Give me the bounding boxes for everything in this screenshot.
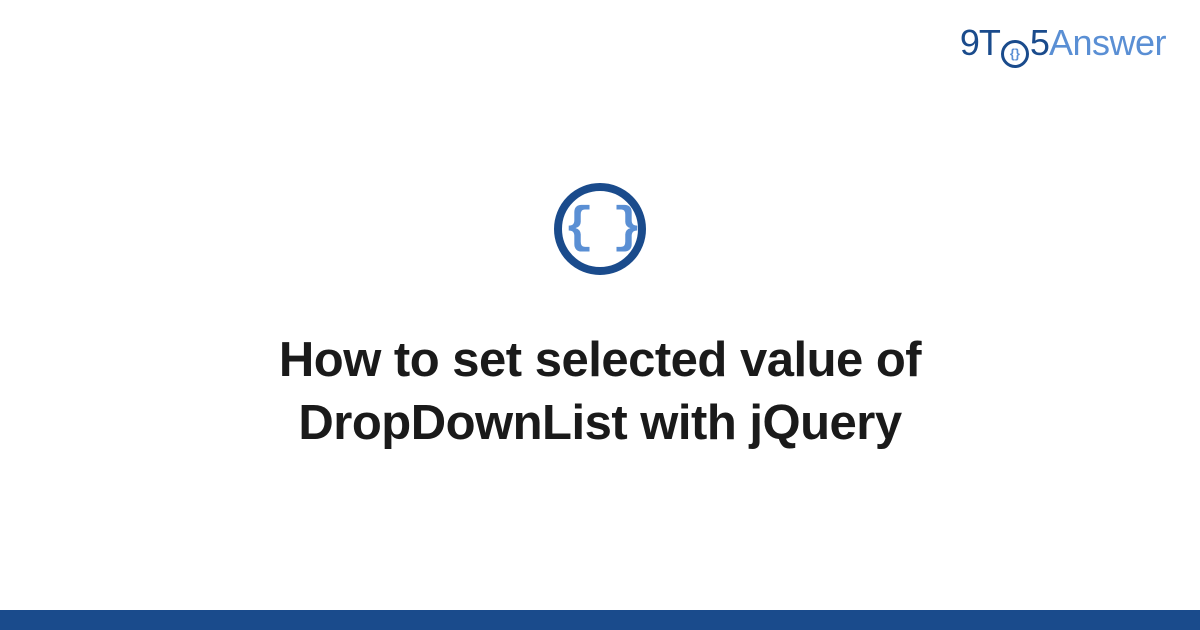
code-braces-icon: { } [564, 204, 636, 254]
category-icon-circle: { } [554, 183, 646, 275]
footer-accent-bar [0, 610, 1200, 630]
question-title: How to set selected value of DropDownLis… [140, 329, 1060, 454]
main-content: { } How to set selected value of DropDow… [0, 0, 1200, 610]
